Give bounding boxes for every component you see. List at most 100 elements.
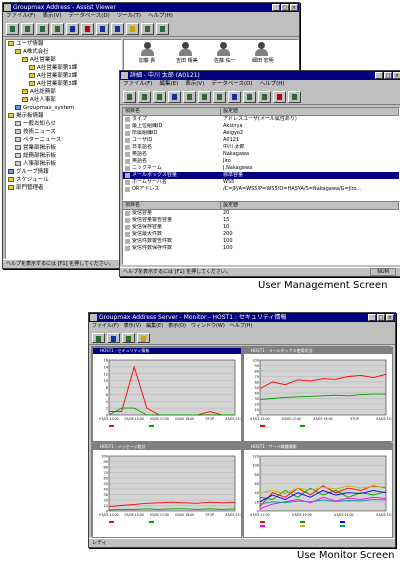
tree-node[interactable]: スケジュール bbox=[6, 176, 121, 184]
monitor-maximize-button[interactable]: □ bbox=[377, 314, 385, 321]
property-row[interactable]: 英語名 Nakagawa bbox=[123, 151, 399, 158]
property-row[interactable]: ニックネーム J.Nakagawa bbox=[123, 165, 399, 172]
new-icon[interactable] bbox=[138, 91, 151, 103]
org-tree[interactable]: ユーザ情報 A株式会社 A社営業部 A社営業部第1課 A社営業部第2課 A社営業部第3課 A… bbox=[5, 39, 122, 259]
tree-node[interactable]: 一般お知らせ bbox=[6, 120, 121, 128]
property-row[interactable]: 受信件数警告件数 100 bbox=[123, 238, 399, 245]
detail-menu-view[interactable]: 表示(V) bbox=[185, 80, 204, 89]
list-view-icon[interactable] bbox=[96, 23, 109, 35]
group-icon[interactable] bbox=[51, 23, 64, 35]
minimize-button[interactable]: _ bbox=[272, 4, 280, 11]
chart-window[interactable]: HOST1 - メッセージ統計 0 10 20 30 40 50 60 70 80 90 100 03/… bbox=[92, 443, 242, 538]
col-value[interactable]: 設定値 bbox=[221, 108, 399, 115]
property-row[interactable]: ホームサーバ名 WS5 bbox=[123, 179, 399, 186]
tree-node[interactable]: ペターニュース bbox=[6, 136, 121, 144]
monitor-menu-window[interactable]: ウィンドウ(W) bbox=[191, 322, 225, 331]
property-row[interactable]: 受信容量 20 bbox=[123, 210, 399, 217]
menu-database[interactable]: データベース(D) bbox=[69, 12, 110, 21]
property-row[interactable]: 所属組織ID Aeigyo2 bbox=[123, 130, 399, 137]
monitor-minimize-button[interactable]: _ bbox=[368, 314, 376, 321]
user-item[interactable]: 細田 宏明 bbox=[252, 42, 274, 64]
property-row[interactable]: 受信件数保存件数 100 bbox=[123, 245, 399, 252]
tree-node[interactable]: 掲示板情報 bbox=[6, 112, 121, 120]
menu-tools[interactable]: ツール(T) bbox=[117, 12, 141, 21]
detail-menu-edit[interactable]: 編集(E) bbox=[159, 80, 178, 89]
refresh-icon[interactable] bbox=[122, 333, 135, 343]
monitor-icon[interactable] bbox=[107, 333, 120, 343]
tree-node[interactable]: グループ情報 bbox=[6, 168, 121, 176]
tree-node[interactable]: A社営業部第3課 bbox=[6, 80, 121, 88]
tile-icon[interactable] bbox=[258, 91, 271, 103]
tree-node[interactable]: 技術ニュース bbox=[6, 128, 121, 136]
property-row[interactable]: 受信最大件数 200 bbox=[123, 231, 399, 238]
maximize-button[interactable]: □ bbox=[281, 4, 289, 11]
open-icon[interactable] bbox=[153, 91, 166, 103]
tree-node[interactable]: Groupmax_system bbox=[6, 104, 121, 112]
find-icon[interactable] bbox=[21, 23, 34, 35]
chart-window[interactable]: HOST1 - セキュリティ情報 0 2 4 6 8 10 12 14 16 03/05 13:00… bbox=[92, 347, 242, 442]
chart-window[interactable]: HOST1 - メールボックス使用状況 0 10 20 30 40 50 60 70 80 90 10… bbox=[243, 347, 393, 442]
tree-node[interactable]: ユーザ情報 bbox=[6, 40, 121, 48]
chart-window[interactable]: HOST1 - サーバ稼働情報 0 20 40 60 80 100 120 03/05 17:0… bbox=[243, 443, 393, 538]
user-icon-pane[interactable]: 加藤 貴 吉田 晴美 佐藤 佑一 細田 宏明 bbox=[123, 39, 299, 73]
property-row[interactable]: メールボックス容量 標準容量 bbox=[123, 172, 399, 179]
tree-node[interactable]: A社総務部 bbox=[6, 88, 121, 96]
monitor-menu-view[interactable]: 表示(V) bbox=[124, 322, 141, 331]
help-icon[interactable] bbox=[137, 333, 150, 343]
user-item[interactable]: 加藤 貴 bbox=[138, 42, 156, 64]
tree-node[interactable]: A株式会社 bbox=[6, 48, 121, 56]
detail-menu-help[interactable]: ヘルプ(H) bbox=[260, 80, 285, 89]
user-icon[interactable] bbox=[123, 91, 136, 103]
list-icon[interactable] bbox=[243, 91, 256, 103]
property-row[interactable]: 受信容量警告容量 15 bbox=[123, 217, 399, 224]
user-item[interactable]: 吉田 晴美 bbox=[176, 42, 198, 64]
arrow-icon[interactable] bbox=[288, 91, 301, 103]
col-value[interactable]: 設定値 bbox=[221, 202, 399, 209]
property-row[interactable]: タイプ アドレスユーザ(メール属性あり) bbox=[123, 116, 399, 123]
card-icon[interactable] bbox=[66, 23, 79, 35]
tree-node[interactable]: 営業部掲示板 bbox=[6, 144, 121, 152]
property-row[interactable]: ユーザID A0121 bbox=[123, 137, 399, 144]
col-item-name[interactable]: 項目名 bbox=[123, 202, 221, 209]
col-item-name[interactable]: 項目名 bbox=[123, 108, 221, 115]
property-value[interactable]: 標準容量 bbox=[221, 172, 399, 179]
quota-grid[interactable]: 項目名 設定値 受信容量 20 受信容量警告容量 15 受信保存容量 10 受信最大件数 20… bbox=[122, 201, 400, 265]
paste-icon[interactable] bbox=[213, 91, 226, 103]
connect-icon[interactable] bbox=[92, 333, 105, 343]
monitor-titlebar[interactable]: Groupmax Address Server - Monitor - HOST… bbox=[89, 313, 395, 322]
close-button[interactable]: × bbox=[290, 4, 298, 11]
tree-node[interactable]: A社人事部 bbox=[6, 96, 121, 104]
detail-titlebar[interactable]: 詳細 - 中川 太郎 (A0121) _ □ × bbox=[120, 71, 400, 80]
property-row[interactable]: 受信保存容量 10 bbox=[123, 224, 399, 231]
cut-icon[interactable] bbox=[183, 91, 196, 103]
monitor-menu-file[interactable]: ファイル(F) bbox=[92, 322, 119, 331]
tree-node[interactable]: A社営業部第1課 bbox=[6, 64, 121, 72]
detail-view-icon[interactable] bbox=[111, 23, 124, 35]
viewer-titlebar[interactable]: Groupmax Address - Assist Viewer _ □ × bbox=[3, 3, 299, 12]
copy-icon[interactable] bbox=[198, 91, 211, 103]
detail-minimize-button[interactable]: _ bbox=[375, 72, 383, 79]
user-item[interactable]: 佐藤 佑一 bbox=[214, 42, 236, 64]
tree-node[interactable]: 総務部掲示板 bbox=[6, 152, 121, 160]
save-icon[interactable] bbox=[168, 91, 181, 103]
detail-menu-file[interactable]: ファイル(F) bbox=[123, 80, 152, 89]
detail-menu-database[interactable]: データベース(D) bbox=[211, 80, 252, 89]
properties-icon[interactable] bbox=[228, 91, 241, 103]
add-user-icon[interactable] bbox=[36, 23, 49, 35]
detail-close-button[interactable]: × bbox=[393, 72, 400, 79]
tree-node[interactable]: A社営業部 bbox=[6, 56, 121, 64]
monitor-menu-help[interactable]: ヘルプ(H) bbox=[230, 322, 253, 331]
monitor-menu-display[interactable]: 表示(D) bbox=[168, 322, 186, 331]
tree-node[interactable]: A社営業部第2課 bbox=[6, 72, 121, 80]
grid-icon[interactable] bbox=[141, 23, 154, 35]
property-grid[interactable]: 項目名 設定値 タイプ アドレスユーザ(メール属性あり) 最上位組織ID Aksiny… bbox=[122, 107, 400, 201]
menu-view[interactable]: 表示(V) bbox=[42, 12, 61, 21]
settings-icon[interactable] bbox=[156, 23, 169, 35]
property-row[interactable]: 最上位組織ID Aksinya bbox=[123, 123, 399, 130]
tree-node[interactable]: 部門管理者 bbox=[6, 184, 121, 192]
delete-icon[interactable] bbox=[273, 91, 286, 103]
property-row[interactable]: 日本語名 中川 太郎 bbox=[123, 144, 399, 151]
detail-maximize-button[interactable]: □ bbox=[384, 72, 392, 79]
property-row[interactable]: 英語名 Jiro bbox=[123, 158, 399, 165]
tree-node[interactable]: 人事部掲示板 bbox=[6, 160, 121, 168]
